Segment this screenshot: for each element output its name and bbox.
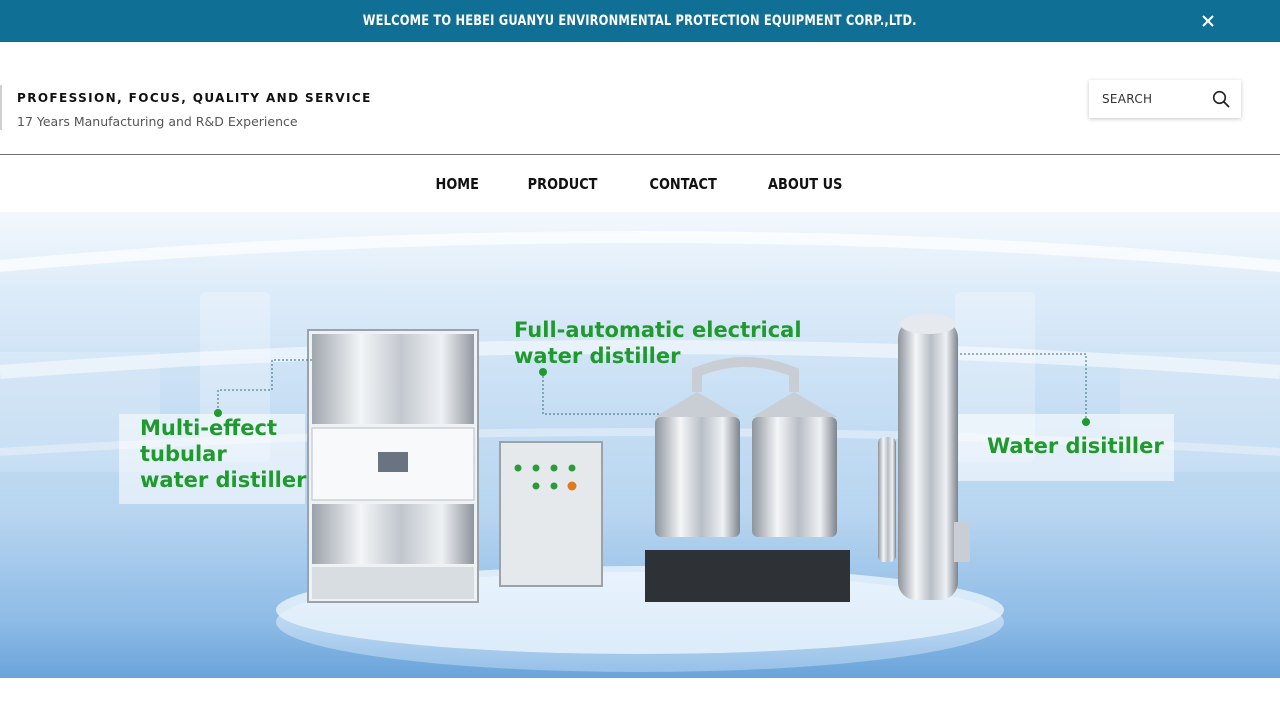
search-box [1089,80,1241,118]
logo-divider [0,85,2,130]
product-label-line: Multi-effect [140,416,277,440]
close-icon[interactable] [1198,11,1218,31]
main-nav: HOME PRODUCT CONTACT ABOUT US [0,156,1280,212]
nav-about-us[interactable]: ABOUT US [768,175,842,193]
company-slogan: PROFESSION, FOCUS, QUALITY AND SERVICE [17,91,372,105]
search-input[interactable] [1089,81,1201,117]
company-experience: 17 Years Manufacturing and R&D Experienc… [17,114,298,129]
electrical-distiller-image [645,357,850,602]
search-icon[interactable] [1212,90,1230,108]
hero-banner[interactable]: Multi-effect tubular water distiller Ful… [0,212,1280,678]
product-label-line: water distiller [514,344,681,368]
nav-home[interactable]: HOME [435,175,478,193]
product-label-full-automatic: Full-automatic electrical water distille… [514,317,802,369]
welcome-bar: WELCOME TO HEBEI GUANYU ENVIRONMENTAL PR… [0,0,1280,42]
product-label-multi-effect: Multi-effect tubular water distiller [140,415,306,493]
nav-contact[interactable]: CONTACT [649,175,716,193]
product-label-line: water distiller [140,468,307,492]
multi-effect-distiller-image [307,329,479,603]
welcome-text: WELCOME TO HEBEI GUANYU ENVIRONMENTAL PR… [363,13,917,29]
product-label-line: tubular [140,442,227,466]
control-cabinet-image [499,441,603,587]
product-label-line: Water disitiller [987,434,1164,458]
nav-product[interactable]: PRODUCT [528,175,598,193]
product-label-water-distiller: Water disitiller [987,433,1164,459]
product-label-line: Full-automatic electrical [514,318,802,342]
site-header: PROFESSION, FOCUS, QUALITY AND SERVICE 1… [0,42,1280,155]
